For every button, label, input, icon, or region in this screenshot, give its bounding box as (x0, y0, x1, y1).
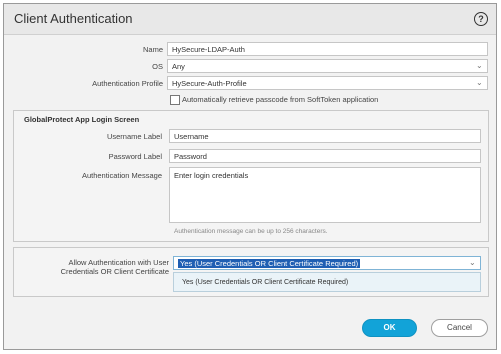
os-label: OS (152, 62, 163, 71)
auto-retrieve-checkbox[interactable] (170, 95, 180, 105)
allow-auth-label: Allow Authentication with User Credentia… (24, 258, 169, 276)
allow-auth-select[interactable]: Yes (User Credentials OR Client Certific… (173, 256, 481, 270)
login-screen-group-title: GlobalProtect App Login Screen (24, 115, 140, 124)
name-field[interactable]: HySecure-LDAP-Auth (167, 42, 488, 56)
allow-auth-select-value: Yes (User Credentials OR Client Certific… (178, 259, 361, 268)
dialog-titlebar: Client Authentication ? (4, 4, 496, 35)
name-label: Name (142, 45, 163, 54)
client-authentication-dialog: Client Authentication ? Name HySecure-LD… (3, 3, 497, 350)
auth-message-hint: Authentication message can be up to 256 … (174, 228, 328, 235)
allow-auth-dropdown-list: Yes (User Credentials OR Client Certific… (173, 272, 481, 292)
allow-auth-group: Allow Authentication with User Credentia… (13, 247, 489, 297)
chevron-down-icon: ⌄ (476, 78, 483, 87)
auth-profile-select-value: HySecure-Auth-Profile (172, 79, 247, 88)
dialog-title: Client Authentication (14, 11, 133, 26)
auth-profile-select[interactable]: HySecure-Auth-Profile ⌄ (167, 76, 488, 90)
help-icon[interactable]: ? (474, 12, 488, 26)
auth-message-label: Authentication Message (81, 171, 162, 180)
password-label-field[interactable]: Password (169, 149, 481, 163)
username-label-label: Username Label (106, 132, 162, 141)
allow-auth-label-line1: Allow Authentication with User (68, 258, 169, 267)
auto-retrieve-label: Automatically retrieve passcode from Sof… (182, 95, 379, 104)
allow-auth-label-line2: Credentials OR Client Certificate (60, 267, 169, 276)
auth-message-textarea[interactable]: Enter login credentials (169, 167, 481, 223)
os-select[interactable]: Any ⌄ (167, 59, 488, 73)
username-label-field[interactable]: Username (169, 129, 481, 143)
cancel-button[interactable]: Cancel (431, 319, 488, 337)
login-screen-group: GlobalProtect App Login Screen Username … (13, 110, 489, 242)
auth-profile-label: Authentication Profile (92, 79, 163, 88)
chevron-down-icon: ⌄ (469, 258, 476, 267)
ok-button[interactable]: OK (362, 319, 417, 337)
os-select-value: Any (172, 62, 185, 71)
allow-auth-option[interactable]: Yes (User Credentials OR Client Certific… (182, 279, 348, 286)
chevron-down-icon: ⌄ (476, 61, 483, 70)
password-label-label: Password Label (108, 152, 162, 161)
